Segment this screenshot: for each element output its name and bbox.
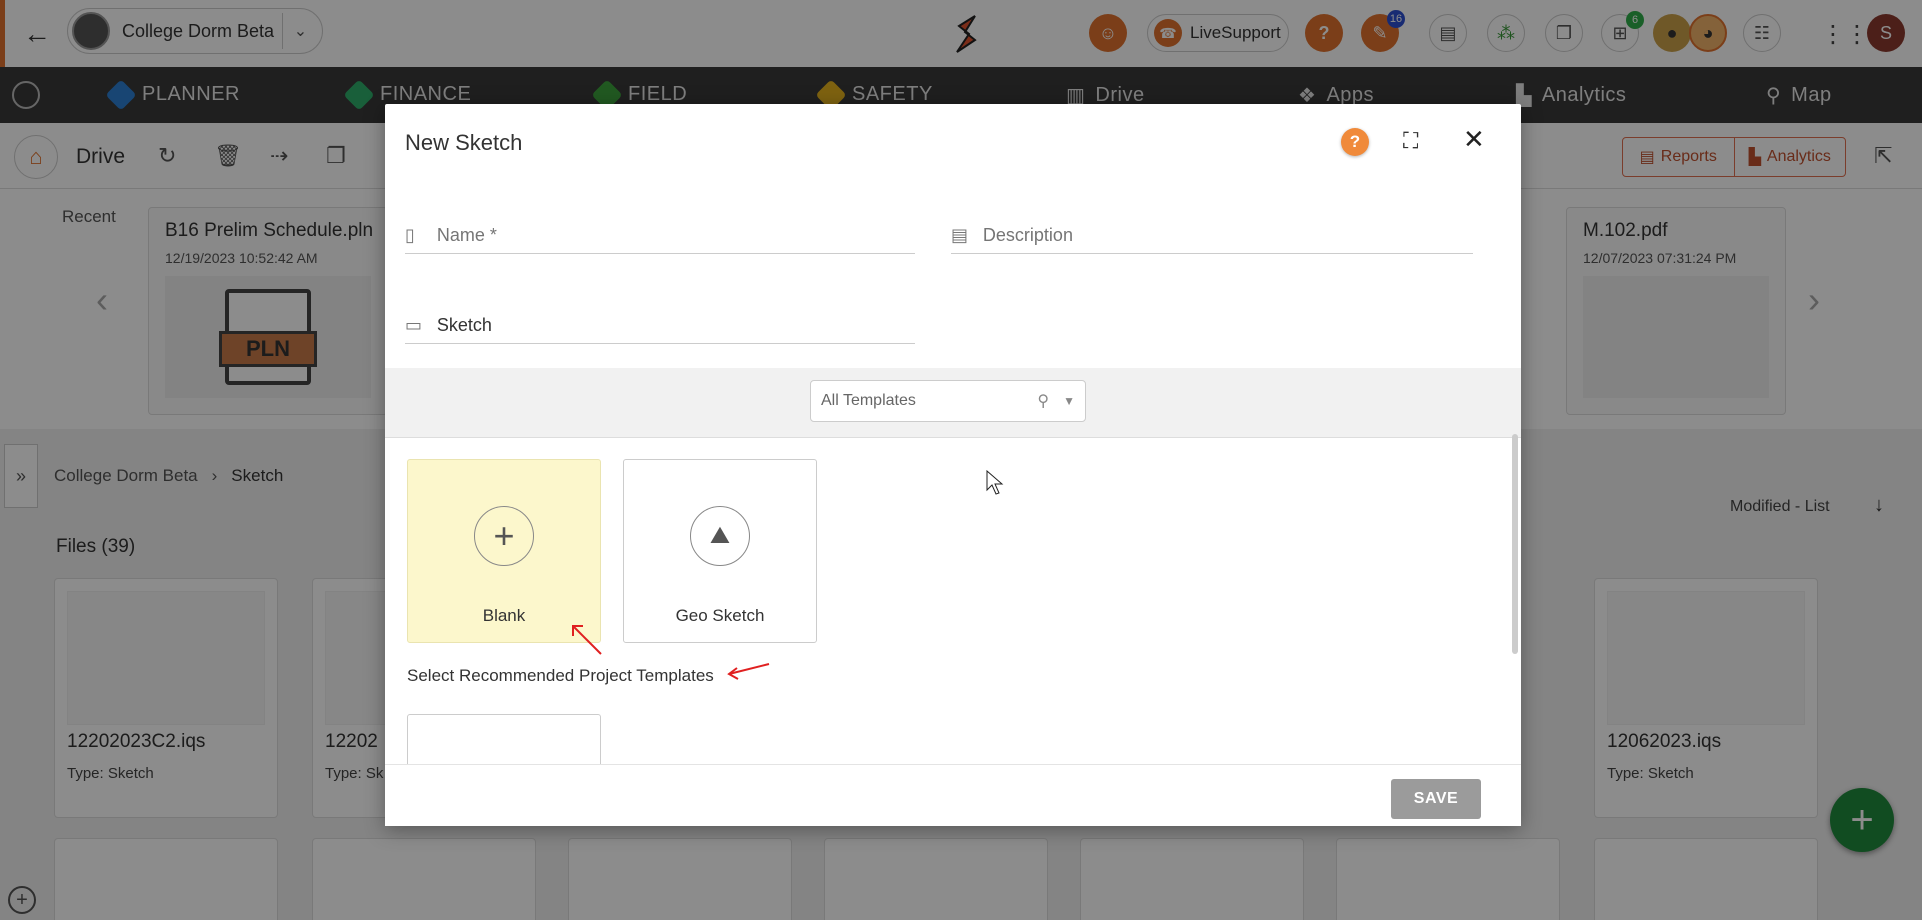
template-geo-sketch[interactable]: ⛰ Geo Sketch <box>623 459 817 643</box>
close-icon[interactable]: ✕ <box>1463 124 1485 155</box>
folder-icon: ▭ <box>405 315 423 335</box>
caret-down-icon[interactable]: ▼ <box>1063 394 1075 408</box>
fullscreen-icon[interactable]: ⛶ <box>1403 128 1418 154</box>
id-card-icon: ▯ <box>405 225 415 245</box>
dialog-scrollbar[interactable] <box>1512 434 1518 654</box>
name-field: ▯ <box>405 218 915 254</box>
template-filter-band: All Templates ⚲ ▼ <box>385 368 1521 438</box>
description-input[interactable] <box>982 225 1473 246</box>
recommended-template-card[interactable] <box>407 714 601 764</box>
recommended-templates-label: Select Recommended Project Templates <box>407 666 714 685</box>
new-sketch-dialog: New Sketch ? ⛶ ✕ ▯ ▤ ▭ Sketch All Templa… <box>385 104 1521 826</box>
template-filter-value: All Templates <box>821 392 916 409</box>
annotation-arrow-icon <box>727 663 770 680</box>
folder-value[interactable]: Sketch <box>437 315 915 336</box>
name-input[interactable] <box>436 225 915 246</box>
dialog-footer: SAVE <box>385 764 1521 826</box>
description-field: ▤ <box>951 218 1473 254</box>
plus-icon: + <box>474 506 534 566</box>
map-icon: ⛰ <box>690 506 750 566</box>
annotation-arrow-icon <box>572 625 602 655</box>
template-label: Geo Sketch <box>675 606 765 625</box>
dialog-title: New Sketch <box>405 130 523 155</box>
help-icon[interactable]: ? <box>1341 128 1369 156</box>
folder-field: ▭ Sketch <box>405 308 915 344</box>
save-button[interactable]: SAVE <box>1391 779 1481 819</box>
template-filter-select[interactable]: All Templates ⚲ ▼ <box>810 380 1086 422</box>
mouse-cursor-icon <box>986 470 1004 495</box>
search-icon[interactable]: ⚲ <box>1037 391 1049 411</box>
document-icon: ▤ <box>951 225 969 245</box>
template-blank[interactable]: + Blank <box>407 459 601 643</box>
